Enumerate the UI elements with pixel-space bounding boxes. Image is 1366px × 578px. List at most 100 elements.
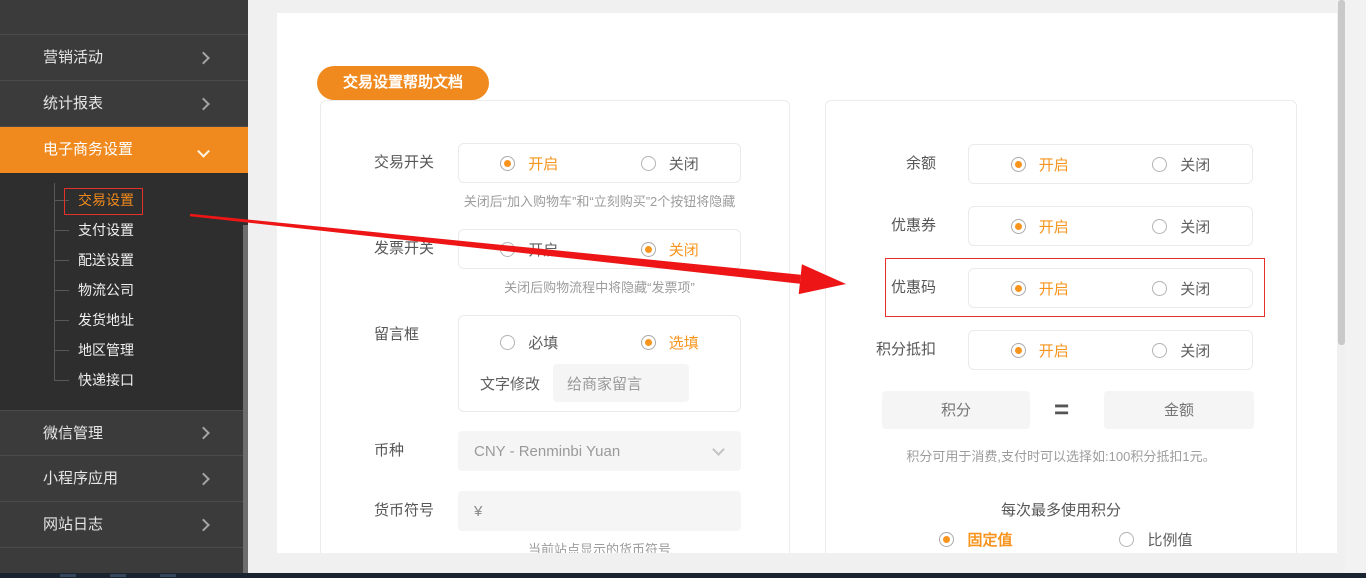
page-scrollbar-thumb[interactable] xyxy=(1338,0,1345,345)
invoice-switch-off-radio[interactable]: 关闭 xyxy=(600,239,741,260)
max-points-label: 每次最多使用积分 xyxy=(1000,502,1121,519)
taskbar-icon-sliver xyxy=(110,574,126,577)
sidebar-item-label: 网站日志 xyxy=(43,516,104,533)
currency-label: 币种 xyxy=(374,442,405,459)
radio-label: 开启 xyxy=(528,241,559,259)
submenu-item-shipping-address[interactable]: 发货地址 xyxy=(0,305,248,335)
points-deduction-on-radio[interactable]: 开启 xyxy=(969,340,1111,361)
fixed-value-radio[interactable]: 固定值 xyxy=(886,529,1066,550)
radio-label: 关闭 xyxy=(1180,280,1211,298)
sidebar-item-label: 电子商务设置 xyxy=(43,141,134,158)
sidebar-top-stub xyxy=(0,0,248,35)
taskbar-strip[interactable] xyxy=(0,573,1366,578)
equals-sign: = xyxy=(1054,394,1070,424)
ratio-value-radio[interactable]: 比例值 xyxy=(1066,529,1246,550)
radio-label: 关闭 xyxy=(668,155,699,173)
currency-symbol-input[interactable] xyxy=(458,491,741,531)
radio-selected-icon xyxy=(500,155,516,171)
radio-icon xyxy=(500,334,516,350)
submenu-item-delivery-settings[interactable]: 配送设置 xyxy=(0,245,248,275)
sidebar-item-label: 营销活动 xyxy=(43,49,104,66)
sidebar-item-ecommerce-settings[interactable]: 电子商务设置 xyxy=(0,127,248,173)
radio-label: 开启 xyxy=(528,155,559,173)
message-box-label: 留言框 xyxy=(374,326,420,343)
radio-selected-icon xyxy=(640,241,656,257)
radio-label: 选填 xyxy=(668,334,699,352)
help-doc-button[interactable]: 交易设置帮助文档 xyxy=(317,66,490,100)
main-content: 交易设置帮助文档 交易开关 开启 关闭 关闭后“加入购物车”和“立刻购买”2个按… xyxy=(277,13,1337,553)
radio-label: 开启 xyxy=(1038,342,1069,360)
chevron-down-icon xyxy=(712,443,725,456)
message-required-radio[interactable]: 必填 xyxy=(459,322,600,362)
coupon-label: 优惠券 xyxy=(890,217,936,234)
coupon-code-on-radio[interactable]: 开启 xyxy=(969,278,1111,299)
coupon-code-off-radio[interactable]: 关闭 xyxy=(1111,278,1253,299)
radio-selected-icon xyxy=(1010,218,1026,234)
radio-label: 开启 xyxy=(1038,156,1069,174)
message-text-input[interactable] xyxy=(553,364,690,402)
radio-icon xyxy=(1119,532,1135,547)
sidebar-item-statistics[interactable]: 统计报表 xyxy=(0,81,248,127)
radio-label: 固定值 xyxy=(967,532,1013,549)
radio-label: 比例值 xyxy=(1147,532,1193,549)
sidebar-item-label: 小程序应用 xyxy=(43,470,119,487)
coupon-switch-group: 开启 关闭 xyxy=(968,206,1253,246)
coupon-code-switch-group: 开启 关闭 xyxy=(968,268,1253,308)
sidebar-item-wechat[interactable]: 微信管理 xyxy=(0,410,248,456)
balance-on-radio[interactable]: 开启 xyxy=(969,154,1111,175)
radio-icon xyxy=(1152,218,1168,234)
radio-label: 开启 xyxy=(1038,218,1069,236)
taskbar-icon-sliver xyxy=(160,574,176,577)
trade-switch-label: 交易开关 xyxy=(374,154,435,171)
balance-label: 余额 xyxy=(905,155,936,172)
radio-label: 开启 xyxy=(1038,280,1069,298)
trade-switch-helper: 关闭后“加入购物车”和“立刻购买”2个按钮将隐藏 xyxy=(463,194,736,209)
coupon-off-radio[interactable]: 关闭 xyxy=(1111,216,1253,237)
submenu-item-express-api[interactable]: 快递接口 xyxy=(0,365,248,395)
page-scrollbar-track[interactable] xyxy=(1345,0,1366,573)
coupon-on-radio[interactable]: 开启 xyxy=(969,216,1111,237)
points-input[interactable] xyxy=(882,391,1030,429)
chevron-right-icon xyxy=(197,518,210,531)
invoice-switch-on-radio[interactable]: 开启 xyxy=(459,239,600,260)
sidebar-item-label: 统计报表 xyxy=(43,95,104,112)
chevron-down-icon xyxy=(197,144,210,158)
currency-select[interactable]: CNY - Renminbi Yuan xyxy=(458,431,741,471)
chevron-right-icon xyxy=(197,51,210,64)
radio-label: 关闭 xyxy=(668,241,699,259)
chevron-right-icon xyxy=(197,472,210,485)
radio-selected-icon xyxy=(640,334,656,350)
submenu-item-payment-settings[interactable]: 支付设置 xyxy=(0,215,248,245)
amount-input[interactable] xyxy=(1104,391,1254,429)
sidebar-item-site-log[interactable]: 网站日志 xyxy=(0,502,248,548)
taskbar-icon-sliver xyxy=(60,574,76,577)
submenu-item-logistics-company[interactable]: 物流公司 xyxy=(0,275,248,305)
sidebar-scrollbar-thumb[interactable] xyxy=(243,225,248,573)
sidebar-item-marketing[interactable]: 营销活动 xyxy=(0,35,248,81)
ecommerce-submenu: 交易设置 支付设置 配送设置 物流公司 发货地址 地区管理 快递接口 xyxy=(0,173,248,410)
sidebar: 营销活动 统计报表 电子商务设置 交易设置 支付设置 配送设置 物流公司 发货地… xyxy=(0,0,248,573)
trade-switch-off-radio[interactable]: 关闭 xyxy=(600,153,741,174)
radio-selected-icon xyxy=(1010,280,1026,296)
points-helper: 积分可用于消费,支付时可以选择如:100积分抵扣1元。 xyxy=(906,449,1216,464)
sidebar-item-miniprogram[interactable]: 小程序应用 xyxy=(0,456,248,502)
chevron-right-icon xyxy=(197,97,210,110)
radio-icon xyxy=(500,241,516,257)
message-optional-radio[interactable]: 选填 xyxy=(600,322,741,362)
points-deduction-off-radio[interactable]: 关闭 xyxy=(1111,340,1253,361)
radio-selected-icon xyxy=(1010,342,1026,358)
submenu-item-region-management[interactable]: 地区管理 xyxy=(0,335,248,365)
radio-selected-icon xyxy=(1010,156,1026,172)
invoice-switch-label: 发票开关 xyxy=(374,240,435,257)
message-box-group: 必填 选填 文字修改 xyxy=(458,315,741,412)
invoice-switch-group: 开启 关闭 xyxy=(458,229,741,269)
radio-icon xyxy=(1152,156,1168,172)
currency-select-value: CNY - Renminbi Yuan xyxy=(474,442,621,460)
submenu-item-trade-settings[interactable]: 交易设置 xyxy=(0,185,248,215)
trade-switch-on-radio[interactable]: 开启 xyxy=(459,153,600,174)
max-points-type-group: 固定值 比例值 xyxy=(886,529,1246,550)
discount-settings-panel: 余额 开启 关闭 优惠券 开启 关闭 优惠码 开启 关闭 积分抵扣 开启 关闭 … xyxy=(825,100,1297,553)
balance-off-radio[interactable]: 关闭 xyxy=(1111,154,1253,175)
balance-switch-group: 开启 关闭 xyxy=(968,144,1253,184)
points-deduction-label: 积分抵扣 xyxy=(875,341,936,358)
